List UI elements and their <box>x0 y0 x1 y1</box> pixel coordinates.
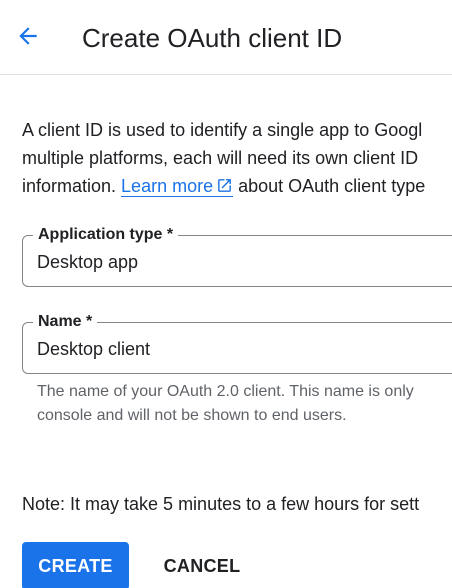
propagation-note: Note: It may take 5 minutes to a few hou… <box>22 494 420 514</box>
arrow-back-icon <box>15 23 41 54</box>
learn-more-link[interactable]: Learn more <box>121 176 234 197</box>
page-title: Create OAuth client ID <box>82 23 343 53</box>
application-type-select[interactable]: Application type * Desktop app <box>22 224 452 287</box>
name-label: Name * <box>33 311 98 333</box>
intro-text: A client ID is used to identify a single… <box>22 116 452 200</box>
name-hint-line-1: The name of your OAuth 2.0 client. This … <box>37 383 414 400</box>
create-button[interactable]: CREATE <box>22 542 129 588</box>
name-hint: The name of your OAuth 2.0 client. This … <box>37 380 414 428</box>
application-type-label: Application type * <box>33 224 179 246</box>
intro-line-3: information. Learn more about OAuth clie… <box>22 172 452 200</box>
name-value: Desktop client <box>37 339 151 359</box>
intro-line-3-end: about OAuth client type <box>233 176 426 196</box>
intro-line-2: multiple platforms, each will need its o… <box>22 148 419 168</box>
cancel-button[interactable]: CANCEL <box>150 542 254 588</box>
name-hint-line-2: console and will not be shown to end use… <box>37 407 347 424</box>
intro-line-3-start: information. <box>22 176 122 196</box>
open-in-new-icon <box>213 176 233 196</box>
application-type-value: Desktop app <box>37 252 139 272</box>
learn-more-label: Learn more <box>121 176 214 196</box>
name-input[interactable]: Name * Desktop client <box>22 311 452 374</box>
create-oauth-client-page: Create OAuth client ID A client ID is us… <box>0 0 452 588</box>
intro-line-1: A client ID is used to identify a single… <box>22 120 423 140</box>
page-header: Create OAuth client ID <box>0 0 452 75</box>
back-button[interactable] <box>8 18 48 58</box>
